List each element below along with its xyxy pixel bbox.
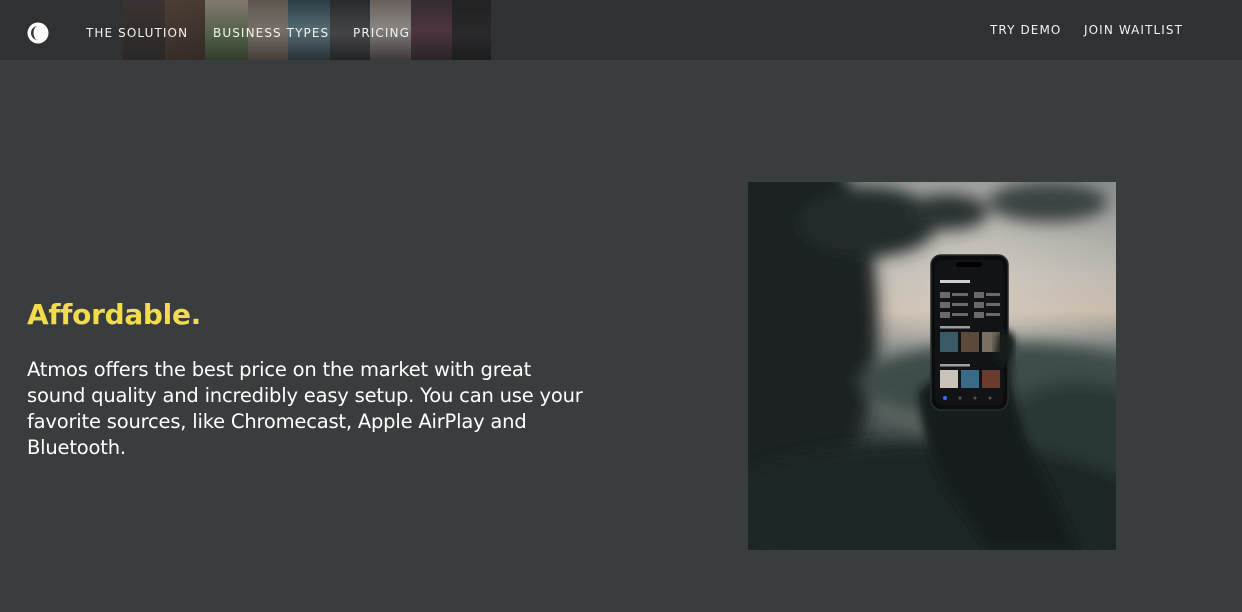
hand-holding-phone-photo (748, 182, 1116, 550)
try-demo-link[interactable]: TRY DEMO (990, 23, 1061, 37)
nav-link-business-types[interactable]: BUSINESS TYPES (213, 26, 329, 40)
top-navigation: THE SOLUTION BUSINESS TYPES PRICING TRY … (0, 0, 1242, 60)
feature-description: Atmos offers the best price on the marke… (27, 358, 583, 459)
half-moon-logo-icon[interactable] (27, 22, 49, 44)
nav-link-the-solution[interactable]: THE SOLUTION (86, 26, 188, 40)
feature-heading: Affordable. (27, 298, 201, 331)
join-waitlist-link[interactable]: JOIN WAITLIST (1084, 23, 1183, 37)
nav-link-pricing[interactable]: PRICING (353, 26, 410, 40)
